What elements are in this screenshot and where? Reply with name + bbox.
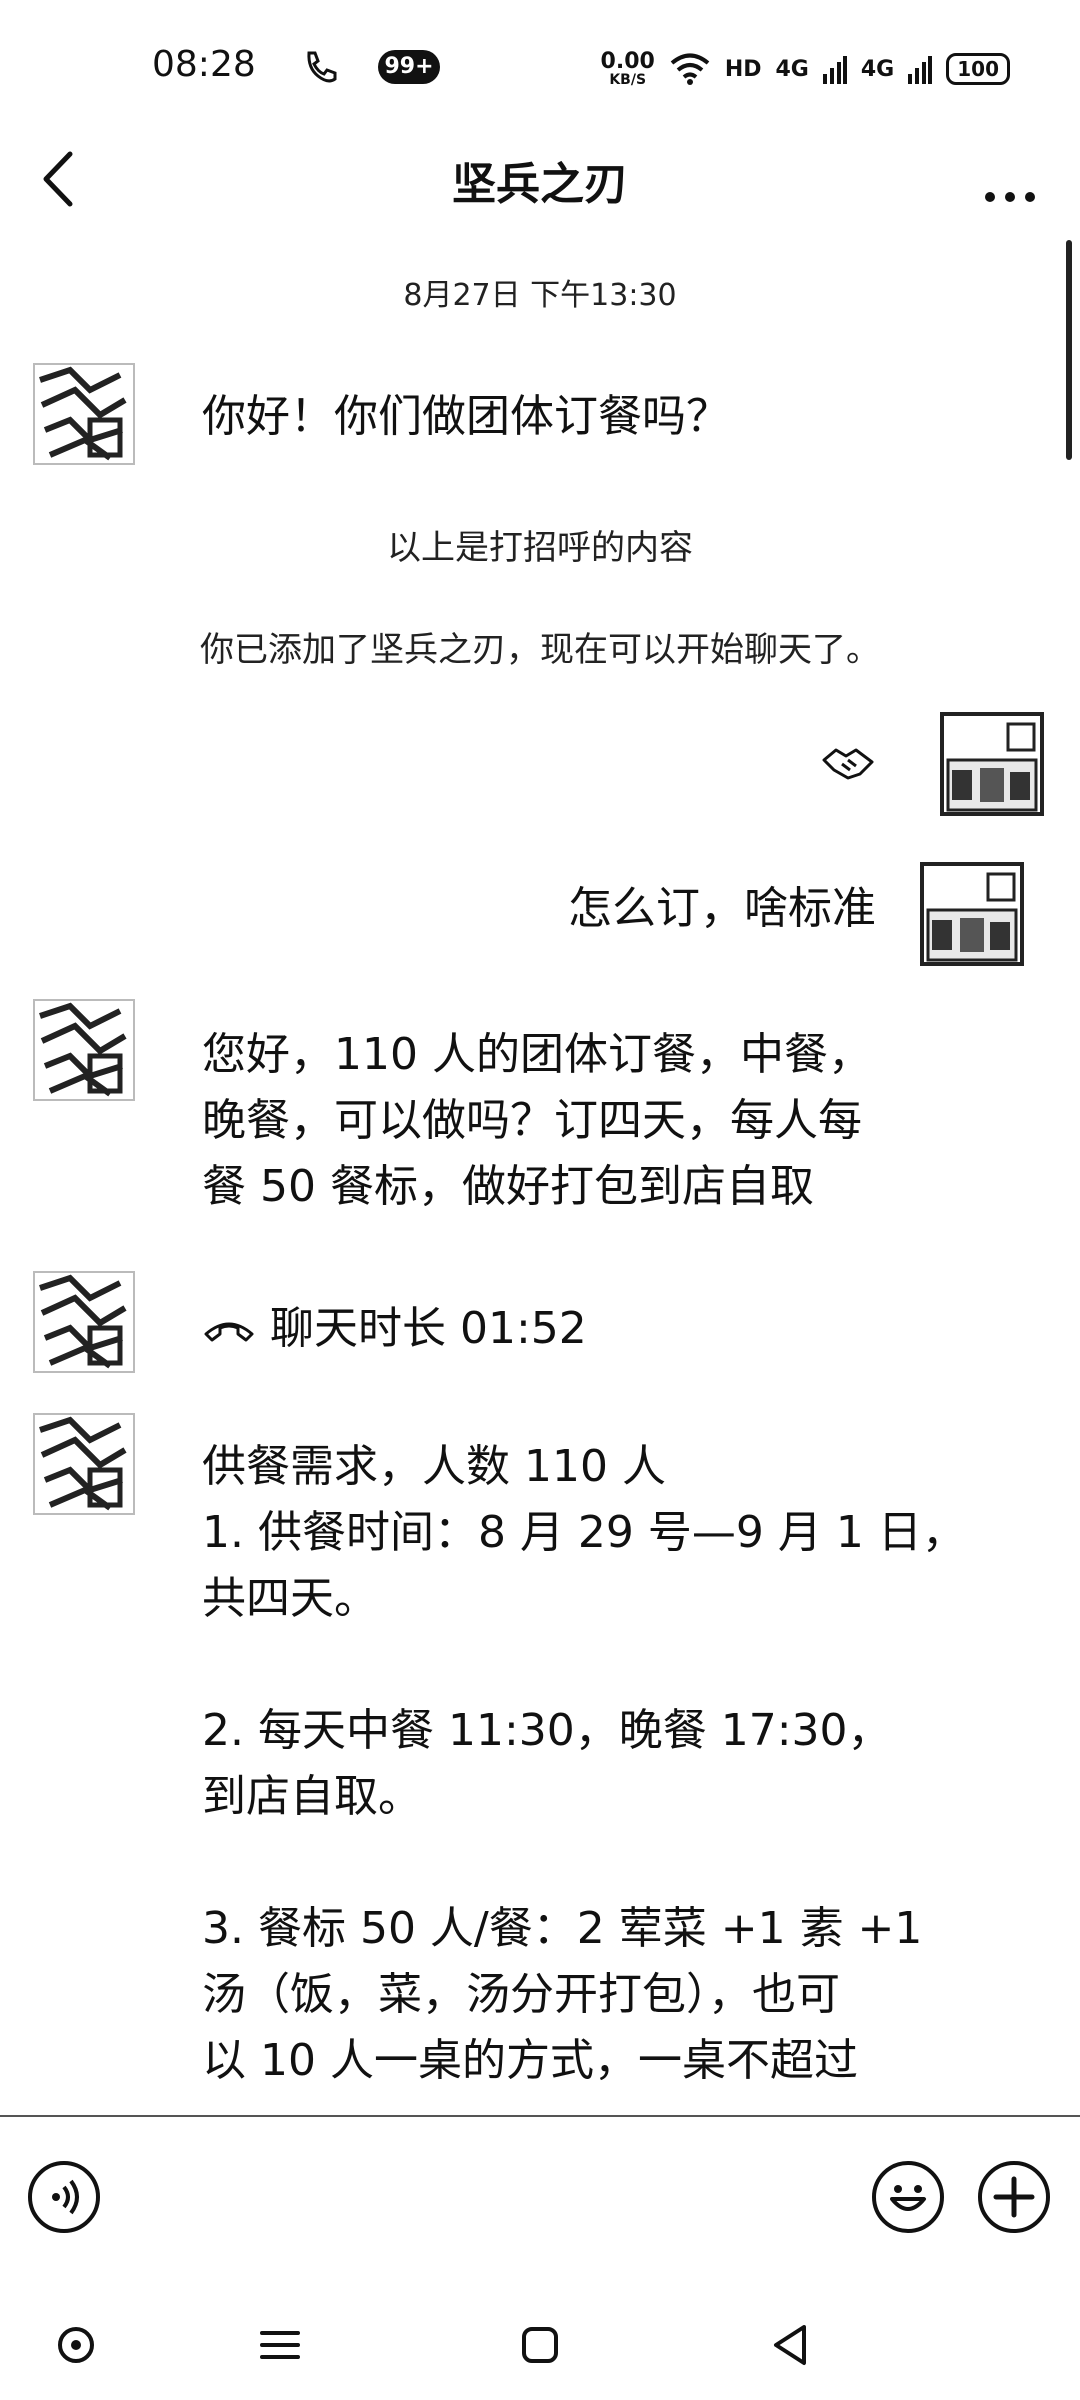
title-bar: 坚兵之刃 [0,130,1080,230]
home-button[interactable] [510,2315,570,2375]
call-duration: 聊天时长 01:52 [270,1303,587,1354]
system-notice-added: 你已添加了坚兵之刃，现在可以开始聊天了。 [200,630,880,670]
handshake-icon [822,748,874,780]
plus-icon [993,2176,1035,2218]
message-timestamp: 8月27日 下午13:30 [403,278,677,313]
battery-indicator: 100 [946,53,1010,85]
more-actions-button[interactable] [978,2161,1050,2233]
wifi-icon [670,53,710,85]
avatar-image [33,363,135,465]
assistant-button[interactable] [46,2315,106,2375]
speed-value: 0.00 [600,49,655,74]
system-notice-greeting: 以上是打招呼的内容 [387,528,693,568]
avatar-image [33,1413,135,1515]
avatar-image [920,862,1024,966]
voice-button[interactable] [28,2161,100,2233]
back-nav-button[interactable] [760,2315,820,2375]
input-bar [0,2117,1080,2277]
network-type-1: 4G [775,56,809,82]
signal-icon-1 [822,56,847,84]
phone-icon [307,51,337,83]
contact-avatar[interactable] [30,360,138,468]
emoji-icon [890,2185,926,2211]
call-record[interactable]: 聊天时长 01:52 [202,1296,587,1362]
received-message-2: 供餐需求，人数 110 人 1. 供餐时间：8 月 29 号—9 月 1 日， … [202,1441,966,2086]
phone-hangup-icon [204,1322,254,1342]
voice-icon [52,2179,79,2215]
emoji-button[interactable] [872,2161,944,2233]
status-bar: 08:28 99+ 0.00 KB/S HD 4G 4G 100 [0,0,1080,130]
speed-unit: KB/S [609,72,647,88]
sent-message-1: 怎么订，啥标准 [568,883,876,934]
network-type-2: 4G [860,56,895,82]
received-message-1: 您好，110 人的团体订餐，中餐， 晚餐，可以做吗？订四天，每人每 餐 50 餐… [202,1029,872,1212]
menu-button[interactable] [250,2315,310,2375]
notification-badge: 99+ [378,50,440,84]
contact-avatar[interactable] [30,1268,138,1376]
received-message-greeting: 你好！你们做团体订餐吗？ [202,391,730,442]
signal-icon-2 [908,56,933,84]
avatar-image [33,999,135,1101]
contact-avatar[interactable] [30,1410,138,1518]
more-menu-button[interactable] [970,152,1050,212]
chat-title: 坚兵之刃 [452,159,628,210]
system-nav-bar [0,2290,1080,2400]
hd-indicator: HD [724,56,762,82]
avatar-image [33,1271,135,1373]
my-avatar[interactable] [918,860,1026,968]
avatar-image [940,712,1044,816]
my-avatar[interactable] [938,710,1046,818]
status-indicators: 0.00 KB/S HD 4G 4G 100 [601,44,1010,94]
contact-avatar[interactable] [30,996,138,1104]
status-time: 08:28 [152,44,256,85]
network-speed: 0.00 KB/S [600,49,655,88]
